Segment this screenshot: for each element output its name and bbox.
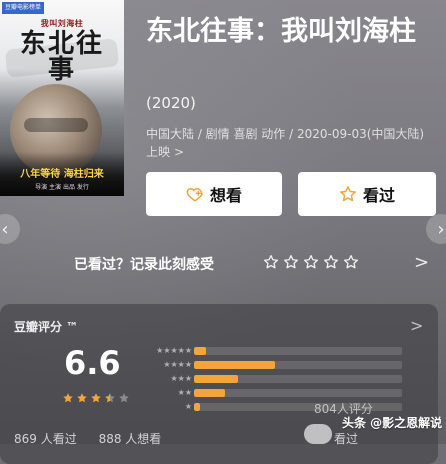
- distribution-row-2: ★★: [142, 388, 402, 398]
- wish-button[interactable]: 想看: [146, 172, 282, 216]
- distribution-fill-1: [194, 403, 201, 411]
- distribution-row-4: ★★★★: [142, 360, 402, 370]
- star-filled-icon: [90, 392, 102, 404]
- star-filled-icon: [76, 392, 88, 404]
- poster-subtitle: 我叫刘海柱: [40, 19, 84, 28]
- wish-label: 想看: [209, 186, 242, 205]
- poster-badge: 豆瓣电影榜单: [2, 2, 44, 14]
- movie-meta-text: 中国大陆 / 剧情 喜剧 动作 / 2020-09-03(中国大陆) 上映: [146, 127, 425, 159]
- star-outline-icon[interactable]: [343, 254, 359, 270]
- distribution-stars-2: ★★: [177, 388, 192, 397]
- distribution-fill-5: [194, 347, 207, 355]
- poster-credits: 导演 主演 出品 发行: [35, 184, 89, 191]
- watermark: 头条 @影之恩解说: [342, 416, 443, 430]
- chevron-right-icon[interactable]: >: [414, 252, 429, 273]
- movie-year: (2020): [146, 94, 196, 112]
- chevron-left-icon: ‹: [1, 218, 9, 240]
- poster-tagline: 八年等待 海柱归来: [20, 169, 104, 180]
- rate-prompt-text: 已看过？记录此刻感受: [74, 257, 214, 273]
- distribution-stars-4: ★★★★: [163, 360, 192, 369]
- star-outline-icon[interactable]: [263, 254, 279, 270]
- distribution-row-5: ★★★★★: [142, 346, 402, 356]
- seen-button[interactable]: 看过: [298, 172, 436, 216]
- rate-prompt-row[interactable]: 已看过？记录此刻感受 >: [0, 244, 446, 284]
- movie-poster[interactable]: 豆瓣电影榜单 我叫刘海柱 东北往事 八年等待 海柱归来 导演 主演 出品 发行: [0, 0, 124, 196]
- chevron-right-icon: ›: [437, 218, 445, 240]
- chevron-right-icon[interactable]: >: [410, 316, 423, 335]
- distribution-fill-2: [194, 389, 226, 397]
- movie-meta[interactable]: 中国大陆 / 剧情 喜剧 动作 / 2020-09-03(中国大陆) 上映 >: [146, 125, 438, 161]
- seen-label: 看过: [362, 186, 395, 205]
- avatar: [304, 424, 332, 444]
- bottom-stats-row: 869 人看过 888 人想看: [14, 430, 179, 447]
- star-filled-icon: [62, 392, 74, 404]
- bottom-seen-label: 看过: [334, 432, 359, 446]
- star-outline-icon[interactable]: [323, 254, 339, 270]
- distribution-track: [194, 347, 402, 355]
- rating-score-stars: [62, 392, 130, 404]
- movie-title: 东北往事：我叫刘海柱: [146, 16, 416, 47]
- star-empty-icon: [118, 392, 130, 404]
- distribution-track: [194, 375, 402, 383]
- distribution-row-3: ★★★: [142, 374, 402, 384]
- rating-header: 豆瓣评分 ™: [14, 320, 79, 334]
- star-outline-icon: [339, 185, 357, 203]
- distribution-stars-5: ★★★★★: [156, 346, 192, 355]
- heart-plus-icon: [186, 185, 204, 203]
- rating-score: 6.6: [64, 344, 121, 382]
- distribution-fill-3: [194, 375, 238, 383]
- distribution-track: [194, 361, 402, 369]
- chevron-right-icon: >: [174, 145, 185, 159]
- star-outline-icon[interactable]: [283, 254, 299, 270]
- distribution-fill-4: [194, 361, 276, 369]
- star-outline-icon[interactable]: [303, 254, 319, 270]
- distribution-stars-3: ★★★: [170, 374, 192, 383]
- distribution-stars-1: ★: [184, 402, 192, 411]
- rate-stars[interactable]: [263, 254, 359, 270]
- star-half-icon: [104, 392, 116, 404]
- distribution-track: [194, 389, 402, 397]
